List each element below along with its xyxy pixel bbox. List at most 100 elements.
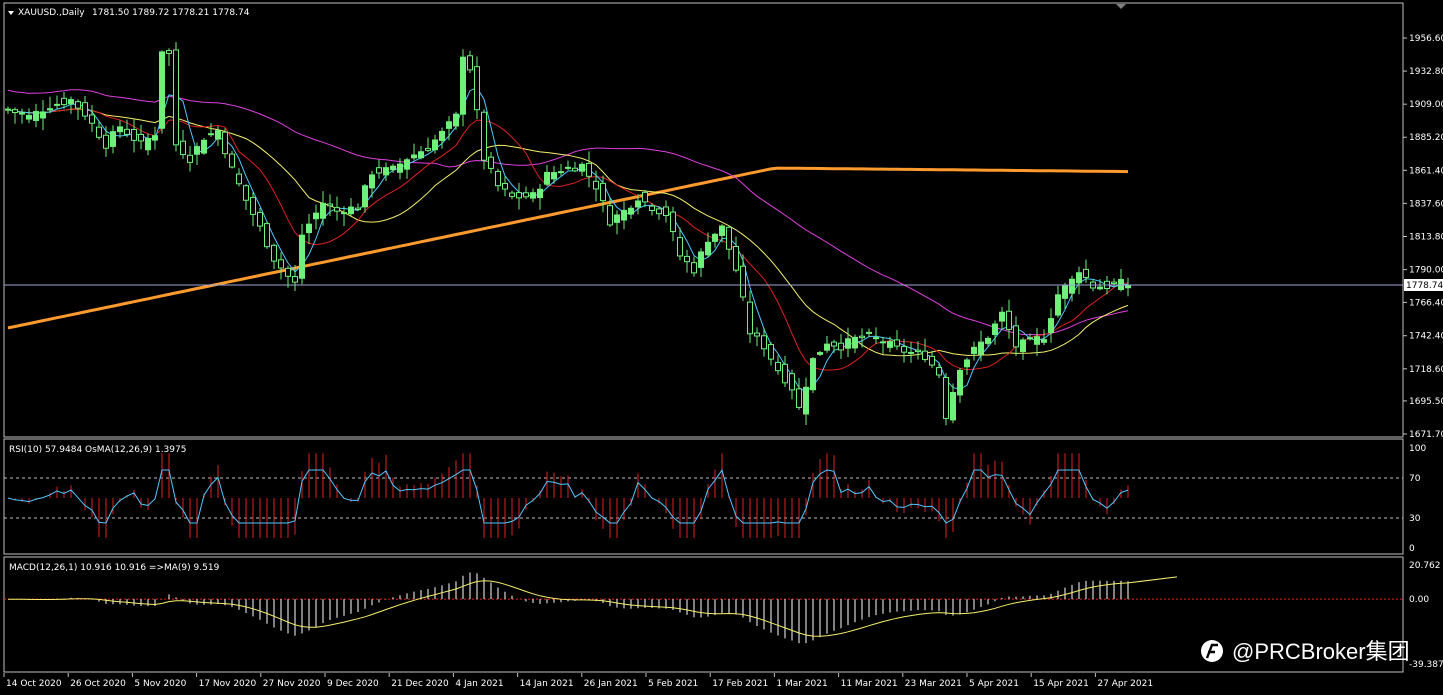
candle-body	[873, 337, 879, 340]
candle-body	[824, 343, 830, 351]
candle-body	[754, 332, 760, 337]
candle-body	[166, 50, 172, 54]
candle-body	[614, 214, 620, 223]
candle-body	[201, 139, 207, 154]
candle-body	[572, 167, 578, 172]
candle-body	[747, 301, 753, 335]
price-pane[interactable]	[3, 2, 1404, 438]
symbol-title: XAUUSD.,Daily	[18, 8, 85, 18]
time-axis-label: 17 Feb 2021	[712, 679, 768, 689]
candle-body	[5, 108, 11, 111]
candle-body	[418, 151, 424, 159]
price-axis-label: 1742.40	[1409, 332, 1443, 342]
time-axis-label: 5 Feb 2021	[648, 679, 698, 689]
candle-body	[698, 251, 704, 268]
time-axis-label: 11 Mar 2021	[841, 679, 898, 689]
candle-body	[810, 358, 816, 391]
price-axis-label: 1956.60	[1409, 34, 1443, 44]
rsi-label: RSI(10) 57.9484 OsMA(12,26,9) 1.3975	[9, 445, 186, 455]
candle-body	[215, 130, 221, 140]
candle-body	[1034, 336, 1040, 345]
macd-axis-label: 20.762	[1409, 561, 1441, 571]
candle-body	[299, 234, 305, 279]
candle-body	[999, 311, 1005, 322]
candle-body	[691, 262, 697, 274]
candle-body	[565, 166, 571, 169]
candle-body	[1020, 339, 1026, 353]
candle-body	[124, 128, 130, 135]
candle-body	[117, 126, 123, 133]
time-axis-label: 5 Nov 2020	[134, 679, 186, 689]
candle-body	[1097, 286, 1103, 290]
candle-body	[1083, 268, 1089, 278]
candle-body	[684, 255, 690, 263]
candle-body	[236, 173, 242, 185]
time-axis-label: 26 Oct 2020	[70, 679, 126, 689]
candle-body	[530, 192, 536, 199]
candle-body	[796, 388, 802, 408]
candle-body	[12, 109, 18, 114]
candle-body	[740, 265, 746, 298]
candle-body	[551, 172, 557, 180]
candle-body	[369, 174, 375, 189]
candle-body	[887, 341, 893, 348]
candle-body	[180, 140, 186, 156]
watermark-text: @PRCBroker集团	[1232, 639, 1410, 664]
candle-body	[803, 386, 809, 415]
rsi-axis-label: 0	[1409, 544, 1415, 554]
rsi-pane[interactable]	[3, 438, 1404, 555]
candle-body	[768, 344, 774, 360]
candle-body	[502, 182, 508, 190]
candle-body	[292, 276, 298, 283]
rsi-axis-label: 70	[1409, 474, 1421, 484]
candle-body	[544, 171, 550, 185]
macd-pane[interactable]	[3, 556, 1404, 673]
candle-body	[33, 111, 39, 121]
rsi-axis-label: 30	[1409, 514, 1421, 524]
candle-body	[1111, 281, 1117, 285]
candle-body	[985, 337, 991, 344]
time-axis-label: 9 Dec 2020	[327, 679, 379, 689]
price-axis-label: 1695.50	[1409, 397, 1443, 407]
candle-body	[75, 101, 81, 109]
candle-body	[208, 133, 214, 136]
candle-body	[194, 146, 200, 155]
candle-body	[61, 97, 67, 106]
trading-chart[interactable]: XAUUSD.,Daily 1781.50 1789.72 1778.21 17…	[0, 0, 1443, 695]
price-axis-label: 1861.40	[1409, 166, 1443, 176]
candle-body	[964, 359, 970, 368]
candle-body	[285, 267, 291, 277]
candle-body	[320, 202, 326, 219]
candle-body	[621, 209, 627, 221]
candle-body	[334, 207, 340, 212]
candle-body	[26, 114, 32, 120]
candle-body	[607, 205, 613, 226]
candle-body	[474, 66, 480, 111]
candle-body	[579, 163, 585, 172]
candle-body	[229, 153, 235, 168]
candle-body	[789, 373, 795, 391]
candle-body	[775, 361, 781, 372]
candle-body	[705, 241, 711, 256]
price-axis-label: 1718.60	[1409, 365, 1443, 375]
candle-body	[915, 349, 921, 353]
candle-body	[880, 341, 886, 344]
candle-body	[901, 346, 907, 353]
candle-body	[327, 203, 333, 207]
time-axis-label: 14 Jan 2021	[520, 679, 574, 689]
candle-body	[383, 167, 389, 176]
candle-body	[425, 147, 431, 151]
candle-body	[40, 111, 46, 119]
candle-body	[677, 237, 683, 257]
candle-body	[411, 154, 417, 159]
candle-body	[866, 331, 872, 334]
candle-body	[852, 336, 858, 349]
candle-body	[670, 211, 676, 233]
candle-body	[306, 223, 312, 234]
candle-body	[362, 185, 368, 208]
candle-body	[649, 205, 655, 212]
candle-body	[257, 211, 263, 227]
candle-body	[782, 363, 788, 384]
candle-body	[103, 134, 109, 149]
candle-body	[110, 131, 116, 147]
